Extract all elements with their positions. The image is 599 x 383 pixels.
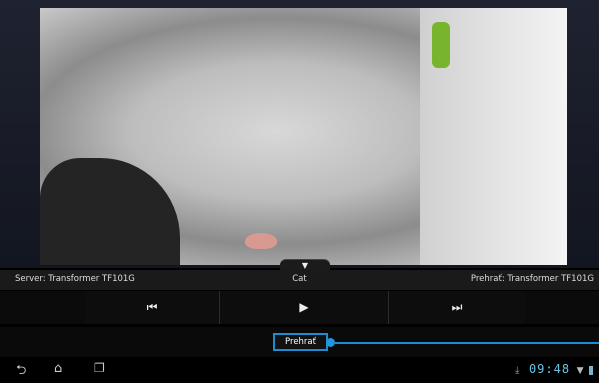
download-icon: ⤓ (515, 365, 520, 376)
status-area[interactable]: ⤓ 09:48 ▼ (515, 362, 593, 378)
next-icon: ⏭ (451, 300, 463, 314)
recent-apps-icon[interactable]: ❐ (94, 361, 105, 375)
photo-leaf (432, 22, 450, 68)
photo-cat-nose (245, 233, 277, 249)
battery-icon (589, 365, 593, 375)
back-icon[interactable]: ⮌ (16, 361, 26, 383)
photo-shadow-paw (40, 158, 180, 265)
wifi-icon: ▼ (576, 366, 584, 376)
cat-photo[interactable] (40, 8, 567, 265)
photo-viewer: ▼ (0, 0, 599, 272)
clock: 09:48 (528, 362, 571, 376)
play-to-row: Prehrať (0, 327, 599, 357)
next-button[interactable]: ⏭ (389, 291, 525, 324)
play-to-button[interactable]: Prehrať (273, 333, 328, 351)
home-icon[interactable]: ⌂ (54, 361, 62, 376)
play-button[interactable]: ▶ (220, 291, 389, 324)
callout-line (333, 342, 599, 344)
play-icon: ▶ (299, 300, 309, 314)
playback-controls: ⏮ ▶ ⏭ (0, 291, 599, 324)
play-to-label: Prehrať: Transformer TF101G (470, 274, 594, 284)
previous-icon: ⏮ (146, 300, 158, 314)
system-bar: ⮌ ⌂ ❐ ⤓ 09:48 ▼ (0, 359, 599, 379)
media-info-bar: Server: Transformer TF101G Cat Prehrať: … (0, 270, 599, 290)
previous-button[interactable]: ⏮ (85, 291, 220, 324)
